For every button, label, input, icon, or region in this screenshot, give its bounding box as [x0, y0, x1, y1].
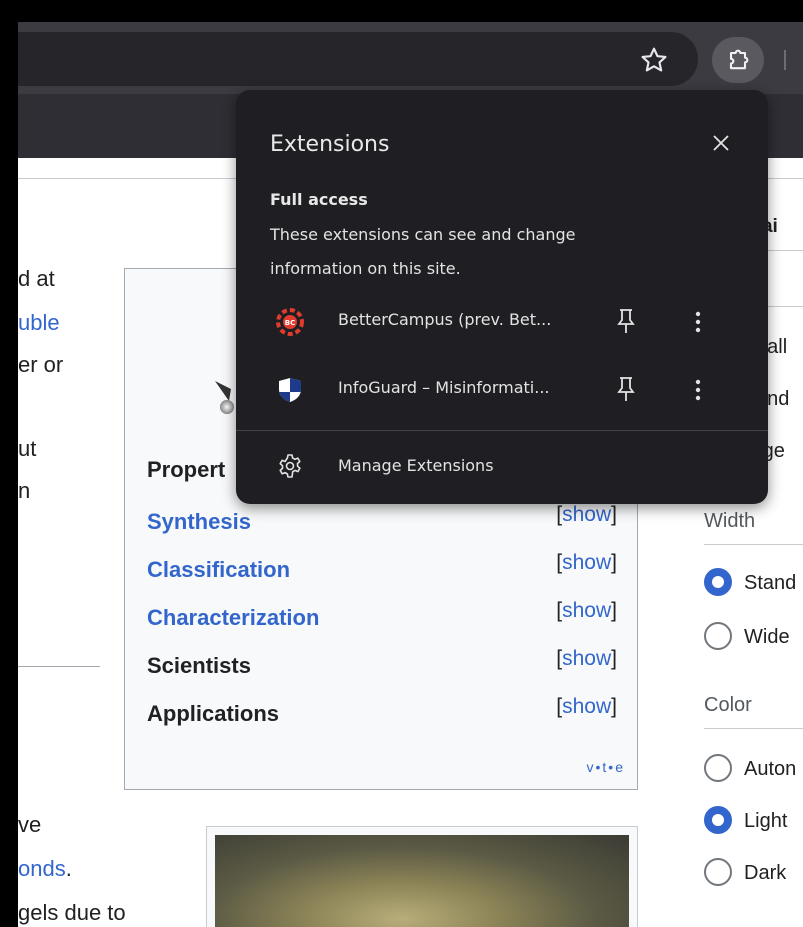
extension-name: InfoGuard – Misinformati...	[338, 378, 550, 397]
bettercampus-icon: BC	[276, 308, 304, 336]
navbox-row-synthesis: Synthesis [show]	[147, 503, 617, 549]
vte-links[interactable]: v•t•e	[587, 759, 625, 775]
infoguard-shield-icon	[279, 378, 301, 402]
show-link[interactable]: show	[562, 647, 611, 670]
toolbar-divider	[784, 50, 786, 70]
manage-extensions-label: Manage Extensions	[338, 456, 494, 475]
extension-row-infoguard[interactable]: InfoGuard – Misinformati...	[236, 362, 768, 418]
navbox-label-scientists: Scientists	[147, 653, 251, 678]
address-bar[interactable]	[18, 32, 698, 86]
article-link[interactable]: uble	[18, 312, 60, 334]
extensions-puzzle-button[interactable]	[712, 37, 764, 83]
popup-divider	[236, 430, 768, 431]
color-dark-radio[interactable]	[704, 858, 732, 886]
gear-icon	[279, 454, 301, 478]
navbox-row-classification: Classification [show]	[147, 551, 617, 597]
color-light-radio[interactable]	[704, 806, 732, 834]
color-automatic-label[interactable]: Auton	[744, 758, 796, 781]
navbox-row-applications: Applications [show]	[147, 695, 617, 741]
article-text: ut	[18, 436, 37, 461]
extension-name: BetterCampus (prev. Bet...	[338, 310, 552, 329]
bracket: ]	[611, 551, 617, 574]
bookmark-star-icon[interactable]	[638, 44, 670, 76]
navbox-row-characterization: Characterization [show]	[147, 599, 617, 645]
section-rule	[18, 666, 100, 667]
puzzle-icon	[729, 49, 749, 70]
article-text: gels due to	[18, 900, 126, 925]
color-automatic-radio[interactable]	[704, 754, 732, 782]
article-punct: .	[65, 856, 72, 881]
full-access-description: These extensions can see and change info…	[270, 225, 576, 278]
more-vert-icon[interactable]	[688, 376, 708, 404]
show-toggle[interactable]: [show]	[556, 695, 617, 719]
width-standard-radio[interactable]	[704, 568, 732, 596]
article-text: n	[18, 478, 31, 503]
article-text: ve	[18, 812, 42, 837]
extension-row-bettercampus[interactable]: BC BetterCampus (prev. Bet...	[236, 294, 768, 350]
manage-extensions-button[interactable]: Manage Extensions	[236, 440, 768, 494]
navbox-link-classification[interactable]: Classification	[147, 557, 290, 583]
article-thumbnail[interactable]	[206, 826, 638, 927]
navbox-link-characterization[interactable]: Characterization	[147, 605, 319, 631]
navbox-label-applications: Applications	[147, 701, 280, 726]
navbox-label: Propert	[147, 457, 226, 482]
show-link[interactable]: show	[562, 551, 611, 574]
panel-divider	[704, 728, 803, 729]
navbox-link-synthesis[interactable]: Synthesis	[147, 509, 251, 535]
width-wide-label[interactable]: Wide	[744, 626, 790, 649]
color-dark-label[interactable]: Dark	[744, 862, 786, 885]
more-vert-icon[interactable]	[688, 308, 708, 336]
show-link[interactable]: show	[562, 503, 611, 526]
pin-icon[interactable]	[614, 374, 638, 404]
bracket: ]	[611, 647, 617, 670]
close-icon[interactable]	[706, 128, 736, 158]
bracket: ]	[611, 503, 617, 526]
pin-icon[interactable]	[614, 306, 638, 336]
show-toggle[interactable]: [show]	[556, 599, 617, 623]
article-text-line: onds.	[18, 858, 72, 880]
show-toggle[interactable]: [show]	[556, 551, 617, 575]
width-label: Width	[704, 510, 756, 532]
show-toggle[interactable]: [show]	[556, 503, 617, 527]
article-text: d at	[18, 266, 55, 291]
full-access-heading: Full access	[270, 190, 368, 209]
navbox-row-scientists: Scientists [show]	[147, 647, 617, 693]
color-label: Color	[704, 694, 752, 716]
article-text: er or	[18, 352, 64, 377]
show-toggle[interactable]: [show]	[556, 647, 617, 671]
bracket: ]	[611, 695, 617, 718]
article-link[interactable]: onds	[18, 856, 66, 881]
show-link[interactable]: show	[562, 695, 611, 718]
extensions-popup: Extensions Full access These extensions …	[236, 90, 768, 504]
width-standard-label[interactable]: Stand	[744, 572, 796, 595]
svg-text:BC: BC	[285, 319, 295, 327]
show-link[interactable]: show	[562, 599, 611, 622]
aerogel-photo	[215, 835, 629, 927]
color-light-label[interactable]: Light	[744, 810, 787, 833]
bracket: ]	[611, 599, 617, 622]
popup-title: Extensions	[270, 132, 390, 157]
panel-divider	[704, 544, 803, 545]
width-wide-radio[interactable]	[704, 622, 732, 650]
